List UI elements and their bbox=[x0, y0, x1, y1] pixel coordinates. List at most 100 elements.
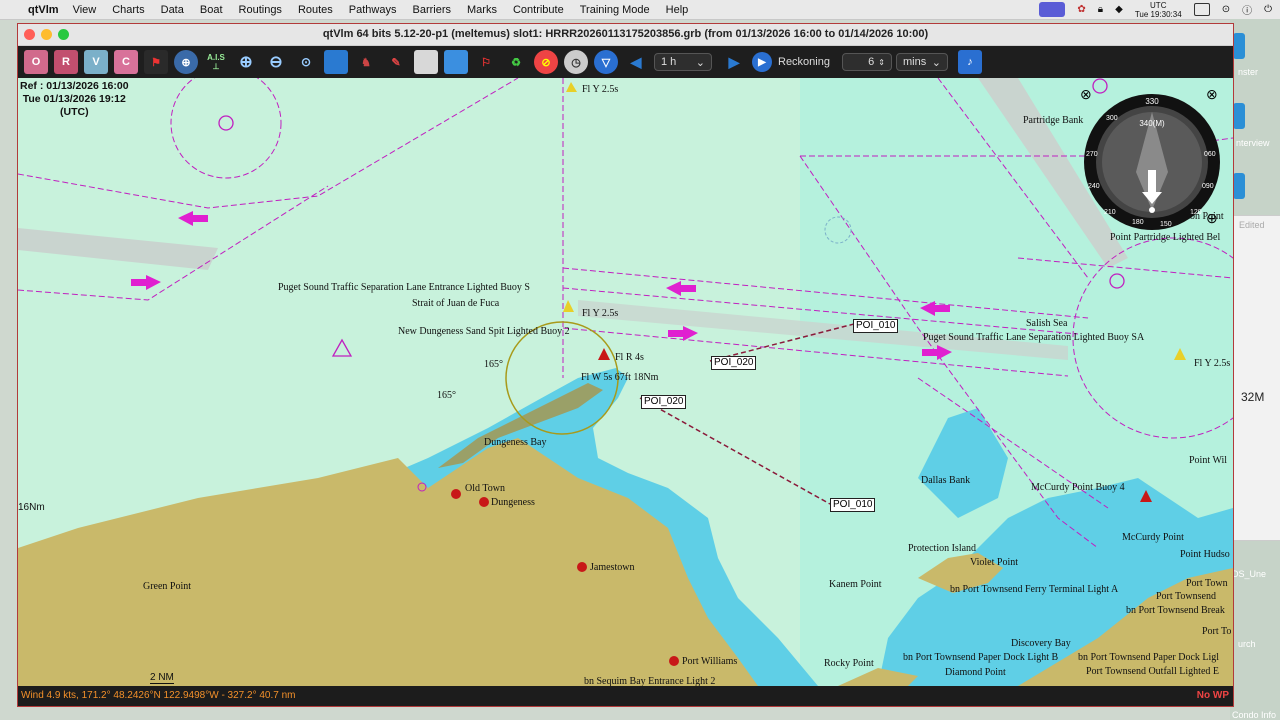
window-title-bar[interactable]: qtVlm 64 bits 5.12-20-p1 (meltemus) slot… bbox=[18, 24, 1233, 46]
route-icon[interactable]: ♞ bbox=[354, 50, 378, 74]
menu-marks[interactable]: Marks bbox=[467, 4, 497, 16]
screen-mirror-icon[interactable] bbox=[1039, 2, 1066, 17]
compass-tick-060: 060 bbox=[1204, 151, 1216, 158]
light-label: Fl Y 2.5s bbox=[1194, 358, 1231, 369]
menu-training-mode[interactable]: Training Mode bbox=[580, 4, 650, 16]
compass-tick-270: 270 bbox=[1086, 151, 1098, 158]
menu-pathways[interactable]: Pathways bbox=[349, 4, 397, 16]
menu-routes[interactable]: Routes bbox=[298, 4, 333, 16]
grib-v-button[interactable]: V bbox=[84, 50, 108, 74]
extension-icon[interactable]: ✿ bbox=[1077, 4, 1085, 15]
background-window[interactable]: Edited 32M bbox=[1230, 215, 1280, 541]
menu-routings[interactable]: Routings bbox=[239, 4, 282, 16]
menu-contribute[interactable]: Contribute bbox=[513, 4, 564, 16]
reckoning-minutes-stepper[interactable]: 6 ⇕ bbox=[841, 53, 892, 71]
ais-button[interactable]: A.I.S ⊥ bbox=[204, 50, 228, 74]
reckoning-unit-select[interactable]: mins ⌄ bbox=[895, 53, 948, 71]
no-sign-icon[interactable]: ⊘ bbox=[534, 50, 558, 74]
menu-bar: qtVlm View Charts Data Boat Routings Rou… bbox=[0, 0, 1280, 20]
reference-time-box: Ref : 01/13/2026 16:00 Tue 01/13/2026 19… bbox=[20, 80, 129, 118]
place-label: Salish Sea bbox=[1026, 318, 1068, 329]
clock-icon[interactable]: ◷ bbox=[564, 50, 588, 74]
menu-barriers[interactable]: Barriers bbox=[413, 4, 452, 16]
zoom-fit-icon[interactable]: ⊙ bbox=[294, 50, 318, 74]
close-window-button[interactable] bbox=[24, 29, 35, 40]
wifi-icon[interactable]: ⓘ bbox=[1242, 2, 1252, 17]
desktop-file-label[interactable]: urch bbox=[1238, 639, 1256, 649]
compass-settings-icon[interactable]: ⊗ bbox=[1206, 86, 1218, 103]
refresh-icon[interactable]: ♻ bbox=[504, 50, 528, 74]
grib-c-button[interactable]: C bbox=[114, 50, 138, 74]
chevron-down-icon: ⌄ bbox=[695, 56, 705, 69]
folder-icon[interactable] bbox=[444, 50, 468, 74]
step-back-icon[interactable]: ◀ bbox=[624, 50, 648, 74]
qtvlm-window: qtVlm 64 bits 5.12-20-p1 (meltemus) slot… bbox=[17, 23, 1234, 707]
compass-close-icon[interactable]: ⊗ bbox=[1080, 86, 1092, 103]
dock-item[interactable] bbox=[1233, 103, 1245, 129]
menu-boat[interactable]: Boat bbox=[200, 4, 223, 16]
menu-help[interactable]: Help bbox=[666, 4, 689, 16]
light-label: Point Partridge Lighted Bel bbox=[1110, 232, 1221, 243]
compass-heading: 340(M) bbox=[1139, 119, 1165, 128]
place-label: Dungeness bbox=[491, 497, 535, 508]
menubar-clock[interactable]: UTC Tue 19:30:34 bbox=[1135, 1, 1182, 19]
desktop-file-label[interactable]: Condo Info bbox=[1232, 710, 1276, 720]
lock-icon[interactable]: 🔒︎ bbox=[1098, 4, 1103, 15]
dock-item[interactable] bbox=[1233, 33, 1245, 59]
place-label: Violet Point bbox=[970, 557, 1019, 568]
desktop-file-label[interactable]: nster bbox=[1238, 67, 1258, 77]
menu-view[interactable]: View bbox=[73, 4, 97, 16]
dock-item[interactable] bbox=[1233, 173, 1245, 199]
nautical-chart-map[interactable]: 330 340(M) 300 270 240 210 180 150 120 0… bbox=[18, 78, 1233, 686]
place-label: McCurdy Point bbox=[1122, 532, 1184, 543]
light-label: bn Sequim Bay Entrance Light 2 bbox=[584, 676, 716, 686]
desktop-file-label[interactable]: nterview bbox=[1236, 138, 1270, 148]
main-toolbar: O R V C ⚑ ⊕ A.I.S ⊥ ⊕ ⊖ ⊙ ♞ ✎ ⚐ ♻ ⊘ ◷ ▽ ◀… bbox=[18, 46, 1233, 78]
grib-o-button[interactable]: O bbox=[24, 50, 48, 74]
poi-marker[interactable]: POI_020 bbox=[711, 356, 757, 370]
document-icon[interactable] bbox=[414, 50, 438, 74]
select-area-icon[interactable] bbox=[324, 50, 348, 74]
desktop-background: nster nterview Edited 32M DS_Une urch Co… bbox=[1230, 19, 1280, 720]
cursor-info: Wind 4.9 kts, 171.2° 48.2426°N 122.9498°… bbox=[21, 690, 296, 701]
wind-barb-icon[interactable]: ⚐ bbox=[474, 50, 498, 74]
place-label: Old Town bbox=[465, 483, 505, 494]
zoom-out-icon[interactable]: ⊖ bbox=[264, 50, 288, 74]
app-menu[interactable]: qtVlm bbox=[28, 4, 59, 16]
zoom-window-button[interactable] bbox=[58, 29, 69, 40]
place-label: Strait of Juan de Fuca bbox=[412, 298, 500, 309]
compass-tick-150: 150 bbox=[1160, 221, 1172, 228]
place-label: Rocky Point bbox=[824, 658, 874, 669]
shield-icon[interactable]: ◆ bbox=[1115, 4, 1123, 15]
compass-tick-180: 180 bbox=[1132, 219, 1144, 226]
play-icon[interactable]: ▶ bbox=[752, 52, 772, 72]
zoom-in-icon[interactable]: ⊕ bbox=[234, 50, 258, 74]
play-replay-icon[interactable]: ▽ bbox=[594, 50, 618, 74]
poi-marker[interactable]: POI_010 bbox=[830, 498, 876, 512]
alarm-bell-icon[interactable]: ♪ bbox=[957, 50, 982, 74]
menu-data[interactable]: Data bbox=[161, 4, 184, 16]
poi-marker[interactable]: POI_020 bbox=[641, 395, 687, 409]
time-step-select[interactable]: 1 h ⌄ bbox=[654, 53, 712, 71]
desktop-file-label[interactable]: DS_Une bbox=[1232, 569, 1266, 579]
compass-icon[interactable]: ⊕ bbox=[174, 50, 198, 74]
boat-icon[interactable]: ⚑ bbox=[144, 50, 168, 74]
place-label: Dallas Bank bbox=[921, 475, 971, 486]
place-label: Point Hudso bbox=[1180, 549, 1230, 560]
vpn-icon[interactable]: ⊙ bbox=[1222, 4, 1230, 15]
range-label: 16Nm bbox=[18, 502, 45, 513]
display-icon[interactable] bbox=[1193, 3, 1210, 16]
place-label: Partridge Bank bbox=[1023, 115, 1084, 126]
status-bar: Wind 4.9 kts, 171.2° 48.2426°N 122.9498°… bbox=[18, 686, 1233, 706]
place-label: Point Wil bbox=[1189, 455, 1228, 466]
menu-charts[interactable]: Charts bbox=[112, 4, 144, 16]
light-label: bn Port Townsend Paper Dock Ligl bbox=[1078, 652, 1220, 663]
minimize-window-button[interactable] bbox=[41, 29, 52, 40]
sector-label: 165° bbox=[437, 390, 456, 401]
poi-marker[interactable]: POI_010 bbox=[853, 319, 899, 333]
pencil-icon[interactable]: ✎ bbox=[384, 50, 408, 74]
light-label: bn Port Townsend Ferry Terminal Light A bbox=[950, 584, 1119, 595]
control-center-icon[interactable]: ⏻ bbox=[1264, 4, 1272, 15]
step-forward-icon[interactable]: ▶ bbox=[722, 50, 746, 74]
grib-r-button[interactable]: R bbox=[54, 50, 78, 74]
